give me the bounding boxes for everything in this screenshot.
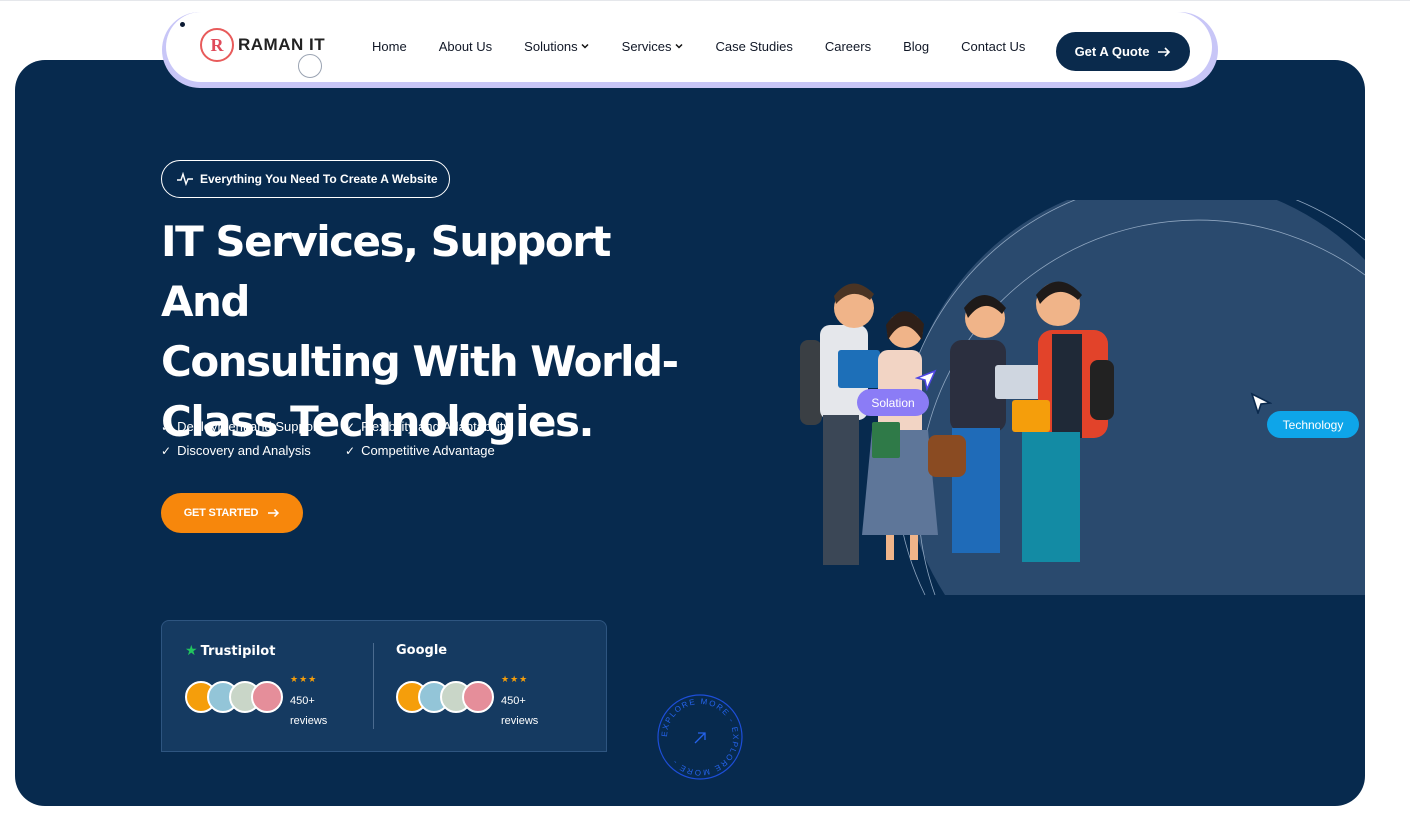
nav-contact-us[interactable]: Contact Us [961,39,1025,54]
top-divider [0,0,1410,1]
headline-line-1: IT Services, Support And [161,217,612,326]
chevron-down-icon [581,43,589,49]
feature-item: ✓ Flexibility and Adaptability [345,419,510,434]
solation-tag: Solation [857,389,929,416]
hero-badge: Everything You Need To Create A Website [161,160,450,198]
google-review: Google ★★★ 450+ reviews [396,643,596,727]
explore-more-button[interactable]: EXPLORE MORE - EXPLORE MORE - [655,692,745,782]
technology-tag: Technology [1267,411,1359,438]
avatar-group [396,681,494,713]
reviews-divider [373,643,374,729]
trustpilot-title: Trustipilot [200,643,276,659]
main-menu: Home About Us Solutions Services Case St… [372,12,1057,80]
reviews-card: ★ Trustipilot ★★★ 450+ reviews Google ★★★ … [161,620,607,752]
feature-item: ✓ Deployment and Support [161,419,321,434]
ring-icon [298,54,322,78]
hero-headline: IT Services, Support And Consulting With… [161,212,681,452]
dot-icon [180,22,185,27]
rating-stars: ★★★ [501,674,529,684]
explore-more-text: EXPLORE MORE - EXPLORE MORE - [660,697,740,777]
nav-home[interactable]: Home [372,39,407,54]
check-icon: ✓ [345,419,356,434]
navbar: R RAMAN IT Home About Us Solutions Servi… [166,12,1212,82]
check-icon: ✓ [161,419,172,434]
google-title: Google [396,643,448,658]
logo-mark-icon: R [200,28,234,62]
avatar [462,681,494,713]
logo-text: RAMAN IT [238,35,326,54]
get-a-quote-button[interactable]: Get A Quote [1056,32,1190,71]
pulse-icon [177,172,193,186]
review-count: 450+ reviews [290,695,328,727]
check-icon: ✓ [161,443,172,458]
get-a-quote-label: Get A Quote [1074,44,1150,59]
avatar [251,681,283,713]
trustpilot-star-icon: ★ [185,643,198,659]
feature-item: ✓ Discovery and Analysis [161,443,311,458]
nav-case-studies[interactable]: Case Studies [716,39,793,54]
hero-badge-text: Everything You Need To Create A Website [200,172,438,186]
check-icon: ✓ [345,443,356,458]
nav-about-us[interactable]: About Us [439,39,492,54]
arrow-right-icon [1158,46,1171,57]
feature-list: ✓ Deployment and Support ✓ Flexibility and… [161,419,541,458]
nav-services[interactable]: Services [622,39,684,54]
arrow-up-right-icon [694,732,706,744]
cursor-icon [915,369,937,391]
nav-careers[interactable]: Careers [825,39,871,54]
get-started-button[interactable]: GET STARTED [161,493,303,533]
arrow-right-icon [268,508,280,518]
page: R RAMAN IT Home About Us Solutions Servi… [0,0,1410,818]
feature-item: ✓ Competitive Advantage [345,443,495,458]
trustpilot-review: ★ Trustipilot ★★★ 450+ reviews [185,643,385,727]
cursor-icon [1250,392,1272,414]
chevron-down-icon [674,43,683,49]
rating-stars: ★★★ [290,674,318,684]
headline-line-2: Consulting With World- [161,337,679,386]
avatar-group [185,681,283,713]
nav-blog[interactable]: Blog [903,39,929,54]
review-count: 450+ reviews [501,695,539,727]
get-started-label: GET STARTED [183,507,259,519]
nav-solutions[interactable]: Solutions [524,39,589,54]
